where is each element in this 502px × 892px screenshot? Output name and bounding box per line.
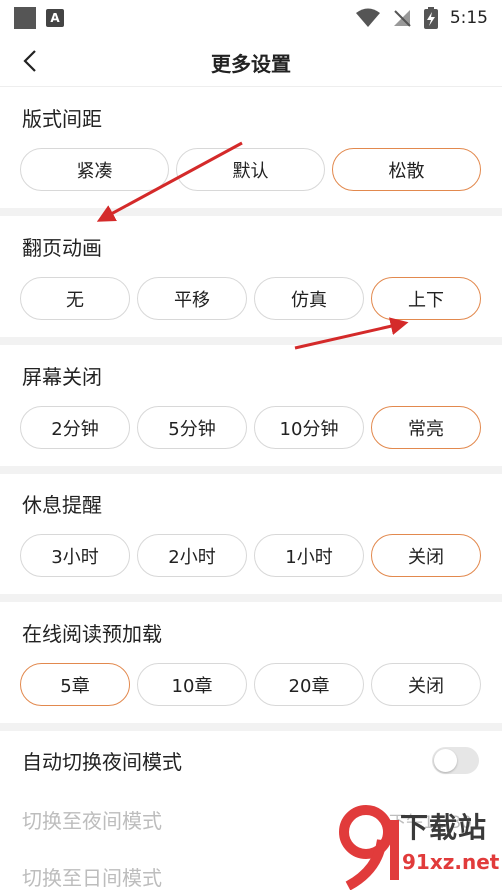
auto-night-mode-toggle[interactable] xyxy=(432,747,479,774)
switch-to-night-label: 切换至夜间模式 xyxy=(22,809,162,833)
page-animation-options: 无 平移 仿真 上下 xyxy=(20,277,481,320)
watermark-logo-icon xyxy=(339,805,399,890)
auto-night-mode-label: 自动切换夜间模式 xyxy=(22,750,182,774)
option-preload-off[interactable]: 关闭 xyxy=(371,663,481,706)
section-label-preload: 在线阅读预加载 xyxy=(22,622,162,646)
watermark-brand: 下载站 xyxy=(400,811,488,844)
layout-spacing-options: 紧凑 默认 松散 xyxy=(20,148,481,191)
divider xyxy=(0,723,502,731)
section-label-layout-spacing: 版式间距 xyxy=(22,107,102,131)
option-off[interactable]: 关闭 xyxy=(371,534,481,577)
option-1h[interactable]: 1小时 xyxy=(254,534,364,577)
option-vertical[interactable]: 上下 xyxy=(371,277,481,320)
page-title: 更多设置 xyxy=(211,52,291,76)
switch-to-day-label: 切换至日间模式 xyxy=(22,866,162,890)
option-compact[interactable]: 紧凑 xyxy=(20,148,169,191)
option-5min[interactable]: 5分钟 xyxy=(137,406,247,449)
divider xyxy=(0,208,502,216)
option-10min[interactable]: 10分钟 xyxy=(254,406,364,449)
section-label-rest-reminder: 休息提醒 xyxy=(22,493,102,517)
watermark: 下载站 91xz.net xyxy=(338,800,502,892)
battery-charging-icon xyxy=(423,7,438,29)
option-slide[interactable]: 平移 xyxy=(137,277,247,320)
divider xyxy=(0,337,502,345)
clock: 5:15 xyxy=(449,8,488,28)
app-header: 更多设置 xyxy=(0,36,502,87)
option-10-chapters[interactable]: 10章 xyxy=(137,663,247,706)
notification-square-icon xyxy=(14,7,36,29)
watermark-domain: 91xz.net xyxy=(402,850,500,874)
section-label-page-animation: 翻页动画 xyxy=(22,236,102,260)
option-2h[interactable]: 2小时 xyxy=(137,534,247,577)
screen-off-options: 2分钟 5分钟 10分钟 常亮 xyxy=(20,406,481,449)
status-bar: A 5:15 xyxy=(0,0,502,36)
divider xyxy=(0,594,502,602)
section-label-screen-off: 屏幕关闭 xyxy=(22,365,102,389)
notification-a-icon: A xyxy=(46,9,64,27)
option-3h[interactable]: 3小时 xyxy=(20,534,130,577)
option-default[interactable]: 默认 xyxy=(176,148,325,191)
rest-reminder-options: 3小时 2小时 1小时 关闭 xyxy=(20,534,481,577)
preload-options: 5章 10章 20章 关闭 xyxy=(20,663,481,706)
option-always-on[interactable]: 常亮 xyxy=(371,406,481,449)
no-signal-icon xyxy=(393,10,411,27)
divider xyxy=(0,466,502,474)
option-loose[interactable]: 松散 xyxy=(332,148,481,191)
option-none[interactable]: 无 xyxy=(20,277,130,320)
option-5-chapters[interactable]: 5章 xyxy=(20,663,130,706)
toggle-knob xyxy=(434,749,457,772)
option-simulate[interactable]: 仿真 xyxy=(254,277,364,320)
option-20-chapters[interactable]: 20章 xyxy=(254,663,364,706)
wifi-icon xyxy=(355,8,380,27)
option-2min[interactable]: 2分钟 xyxy=(20,406,130,449)
